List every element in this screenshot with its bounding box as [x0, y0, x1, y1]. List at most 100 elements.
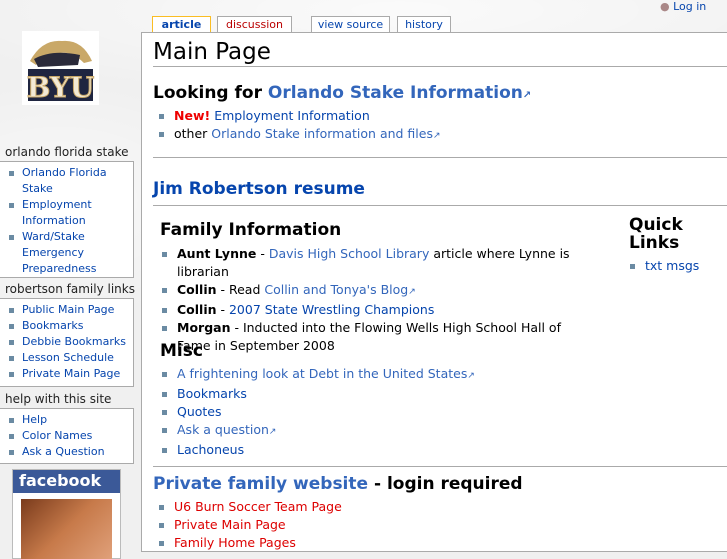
sidebar-link[interactable]: Orlando Florida Stake: [22, 166, 107, 195]
svg-text:BYU: BYU: [27, 71, 95, 104]
person-name: Aunt Lynne: [177, 246, 257, 261]
sidebar-link[interactable]: Lesson Schedule: [22, 351, 114, 364]
private-link[interactable]: Family Home Pages: [174, 535, 296, 550]
family-item: Collin - Read Collin and Tonya's Blog↗: [161, 281, 591, 301]
quick-links-heading: Quick Links: [629, 215, 683, 253]
resume-link[interactable]: Jim Robertson resume: [153, 179, 365, 199]
family-item: Collin - 2007 State Wrestling Champions: [161, 301, 591, 319]
facebook-label: facebook: [13, 470, 120, 493]
portlet-title: help with this site: [5, 392, 112, 406]
family-link[interactable]: Davis High School Library: [269, 246, 430, 261]
content-area: Main Page Looking for Orlando Stake Info…: [141, 32, 727, 552]
private-item: Family Home Pages: [158, 534, 342, 552]
orlando-stake-link[interactable]: Orlando Stake Information: [268, 83, 523, 103]
divider: [153, 157, 727, 158]
private-site-link[interactable]: Private family website: [153, 474, 368, 494]
sidebar-item[interactable]: Public Main Page: [8, 302, 133, 318]
sidebar-item[interactable]: Orlando Florida Stake: [8, 165, 133, 197]
sidebar-link[interactable]: Help: [22, 413, 47, 426]
sidebar-link[interactable]: Ask a Question: [22, 445, 105, 458]
sidebar-item[interactable]: Ask a Question: [8, 444, 133, 460]
looking-heading: Looking for Orlando Stake Information↗: [153, 83, 531, 103]
sidebar-link[interactable]: Color Names: [22, 429, 92, 442]
family-heading: Family Information: [160, 220, 342, 240]
quick-link-item: txt msgs: [629, 257, 699, 275]
misc-link[interactable]: Quotes: [177, 404, 222, 419]
sidebar-link[interactable]: Ward/Stake Emergency Preparedness: [22, 230, 96, 275]
family-link[interactable]: Collin and Tonya's Blog: [264, 282, 408, 297]
heading-text: - login required: [368, 474, 523, 494]
sidebar-item[interactable]: Color Names: [8, 428, 133, 444]
portlet-orlando-stake: Orlando Florida Stake Employment Informa…: [0, 161, 134, 278]
external-link-icon: ↗: [467, 371, 475, 381]
person-name: Collin: [177, 282, 217, 297]
external-link-icon: ↗: [408, 287, 416, 297]
tab-view-source[interactable]: view source: [311, 16, 390, 33]
misc-link[interactable]: Lachoneus: [177, 442, 244, 457]
tab-label[interactable]: view source: [318, 18, 383, 31]
family-item: Morgan - Inducted into the Flowing Wells…: [161, 319, 591, 355]
new-badge: New!: [174, 108, 211, 123]
tab-history[interactable]: history: [397, 16, 451, 33]
stake-files-link[interactable]: Orlando Stake information and files: [211, 126, 433, 141]
external-link-icon: ↗: [522, 90, 532, 101]
sidebar-item[interactable]: Help: [8, 412, 133, 428]
portlet-family-links: Public Main Page Bookmarks Debbie Bookma…: [0, 298, 134, 387]
user-icon: ●: [660, 0, 670, 13]
profile-photo[interactable]: [21, 499, 112, 559]
sidebar-link[interactable]: Public Main Page: [22, 303, 114, 316]
sidebar-item[interactable]: Private Main Page: [8, 366, 133, 382]
misc-item: A frightening look at Debt in the United…: [161, 365, 475, 385]
tab-label[interactable]: discussion: [226, 18, 283, 31]
facebook-badge[interactable]: facebook: [12, 469, 121, 559]
sidebar-link[interactable]: Debbie Bookmarks: [22, 335, 126, 348]
family-item: Aunt Lynne - Davis High School Library a…: [161, 245, 591, 281]
private-heading: Private family website - login required: [153, 474, 523, 494]
login-link[interactable]: ● Log in: [660, 0, 706, 13]
site-logo[interactable]: BYU: [22, 31, 99, 105]
item-text: other: [174, 126, 212, 141]
item-text: -: [216, 302, 229, 317]
sidebar-item[interactable]: Bookmarks: [8, 318, 133, 334]
misc-heading: Misc: [160, 341, 203, 361]
employment-link[interactable]: Employment Information: [214, 108, 370, 123]
misc-link[interactable]: A frightening look at Debt in the United…: [177, 366, 467, 381]
page-title: Main Page: [153, 38, 727, 67]
list-item: New! Employment Information: [158, 107, 441, 125]
private-item: U6 Burn Soccer Team Page: [158, 498, 342, 516]
login-text[interactable]: Log in: [673, 0, 706, 13]
family-link[interactable]: 2007 State Wrestling Champions: [229, 302, 434, 317]
tab-label[interactable]: history: [405, 18, 443, 31]
portlet-help: Help Color Names Ask a Question: [0, 408, 134, 464]
tab-label[interactable]: article: [162, 18, 202, 31]
portlet-title: robertson family links: [5, 282, 135, 296]
portlet-title: orlando florida stake: [5, 145, 129, 159]
external-link-icon: ↗: [268, 427, 277, 437]
sidebar-link[interactable]: Private Main Page: [22, 367, 120, 380]
person-name: Collin: [177, 302, 217, 317]
sidebar-link[interactable]: Bookmarks: [22, 319, 83, 332]
divider: [153, 466, 727, 467]
sidebar-item[interactable]: Debbie Bookmarks: [8, 334, 133, 350]
item-text: - Read: [216, 282, 265, 297]
private-link[interactable]: U6 Burn Soccer Team Page: [174, 499, 342, 514]
divider: [153, 205, 727, 206]
sidebar-link[interactable]: Employment Information: [22, 198, 92, 227]
list-item: other Orlando Stake information and file…: [158, 125, 441, 145]
txt-msgs-link[interactable]: txt msgs: [645, 258, 699, 273]
private-link[interactable]: Private Main Page: [174, 517, 286, 532]
person-name: Morgan: [177, 320, 231, 335]
misc-link[interactable]: Ask a question: [177, 422, 269, 437]
private-item: Private Main Page: [158, 516, 342, 534]
tab-discussion[interactable]: discussion: [217, 16, 292, 33]
misc-item: Quotes: [161, 403, 475, 421]
misc-item: Ask a question↗: [161, 421, 475, 441]
misc-item: Lachoneus: [161, 441, 475, 459]
sidebar-item[interactable]: Lesson Schedule: [8, 350, 133, 366]
misc-link[interactable]: Bookmarks: [177, 386, 247, 401]
sidebar-item[interactable]: Employment Information: [8, 197, 133, 229]
sidebar-item[interactable]: Ward/Stake Emergency Preparedness: [8, 229, 133, 277]
misc-item: Bookmarks: [161, 385, 475, 403]
item-text: -: [256, 246, 269, 261]
external-link-icon: ↗: [432, 131, 441, 141]
